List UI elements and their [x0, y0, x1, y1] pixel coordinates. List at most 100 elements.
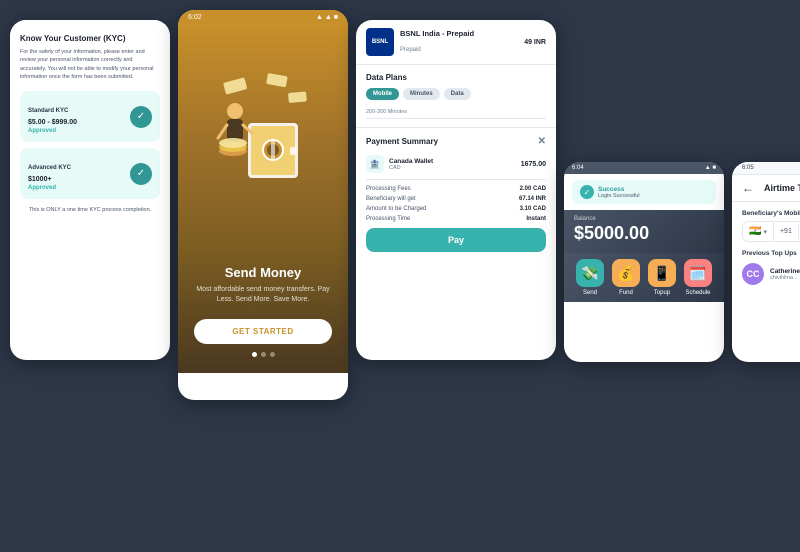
flag-icon: 🇮🇳 [749, 226, 761, 237]
wallet-info: Canada Wallet CAD [389, 158, 433, 171]
bsnl-logo: BSNL [366, 28, 394, 56]
topup-action[interactable]: 📱 Topup [648, 259, 676, 296]
topup-icon: 📱 [648, 259, 676, 287]
amount-charged-row: Amount to be Charged 3.10 CAD [366, 206, 546, 212]
processing-time-value: Instant [526, 216, 546, 222]
schedule-icon: 🗓️ [684, 259, 712, 287]
processing-time-label: Processing Time [366, 216, 410, 222]
action-icons: 💸 Send 💰 Fund 📱 Topup 🗓️ Schedule [564, 253, 724, 302]
flag-selector[interactable]: 🇮🇳 ▾ [743, 222, 774, 241]
standard-kyc-info: Standard KYC $5.00 - $999.00 Approved [28, 99, 77, 134]
pay-button[interactable]: Pay [366, 228, 546, 252]
standard-kyc-label: Standard KYC [28, 108, 68, 114]
payment-summary: Payment Summary ✕ 🏦 Canada Wallet CAD 16… [356, 127, 556, 260]
phone-input-row: 🇮🇳 ▾ +91 0000000000 👤 [742, 221, 800, 242]
country-code: +91 [774, 224, 799, 239]
success-banner: ✓ Success Login Successful [572, 180, 716, 204]
airtime-time: 6:05 [742, 165, 754, 171]
contact-name: Catherine Chivihlma [770, 268, 800, 275]
processing-fees-label: Processing Fees [366, 186, 411, 192]
phone-send-money: 6:02 ▲ ▲ ■ [178, 10, 348, 400]
tab-data[interactable]: Data [444, 88, 471, 100]
success-check-icon: ✓ [580, 185, 594, 199]
advanced-kyc-label: Advanced KYC [28, 165, 71, 171]
contact-avatar: CC [742, 263, 764, 285]
dot-2 [261, 352, 266, 357]
tab-minutes[interactable]: Minutes [403, 88, 440, 100]
contact-info: Catherine Chivihlma chivihlma... [770, 268, 800, 281]
send-money-illustration [213, 63, 313, 217]
tab-mobile[interactable]: Mobile [366, 88, 399, 100]
airtime-status-bar: 6:05 ▲ ■ [732, 162, 800, 175]
amount-charged-label: Amount to be Charged [366, 206, 426, 212]
standard-kyc-icon: ✓ [130, 106, 152, 128]
schedule-label: Schedule [685, 290, 710, 296]
phone-balance: 6:04 ▲ ■ ✓ Success Login Successful Bala… [564, 162, 724, 362]
payment-summary-title: Payment Summary ✕ [366, 136, 546, 147]
phone-bsnl: BSNL BSNL India - Prepaid Prepaid 49 INR… [356, 20, 556, 360]
processing-fees-row: Processing Fees 2.00 CAD [366, 186, 546, 192]
balance-signal: ▲ ■ [705, 165, 716, 171]
dot-1 [252, 352, 257, 357]
divider [366, 179, 546, 180]
fund-action[interactable]: 💰 Fund [612, 259, 640, 296]
balance-amount: $5000.00 [574, 223, 714, 244]
send-money-hero [178, 25, 348, 255]
data-plans-title: Data Plans [366, 73, 546, 82]
wallet-amount: 1675.00 [521, 161, 546, 168]
bsnl-header: BSNL BSNL India - Prepaid Prepaid 49 INR [356, 20, 556, 65]
send-money-bottom: Send Money Most affordable send money tr… [178, 255, 348, 373]
screenshots-container: Know Your Customer (KYC) For the safety … [0, 0, 800, 552]
carrier-type: Prepaid [400, 47, 421, 53]
send-icon: 💸 [576, 259, 604, 287]
plan-row: 200-300 Minutes [366, 106, 546, 119]
kyc-note: This is ONLY a one time KYC process comp… [20, 207, 160, 213]
wallet-label: Canada Wallet [389, 158, 433, 165]
pagination-dots [194, 352, 332, 357]
contact-row: CC Catherine Chivihlma chivihlma... -100… [742, 263, 800, 285]
beneficiary-row: Beneficiary will get 67.14 INR [366, 196, 546, 202]
success-title: Success [598, 186, 640, 193]
advanced-kyc-range: $1000+ [28, 176, 71, 183]
wallet-sub: CAD [389, 165, 433, 171]
send-label: Send [583, 290, 597, 296]
contact-phone: chivihlma... [770, 275, 800, 281]
advanced-kyc-card: Advanced KYC $1000+ Approved ✓ [20, 148, 160, 199]
advanced-kyc-info: Advanced KYC $1000+ Approved [28, 156, 71, 191]
airtime-header: ← Airtime Top Up [732, 175, 800, 202]
wallet-row: 🏦 Canada Wallet CAD 1675.00 [366, 155, 546, 173]
chevron-down-icon: ▾ [763, 228, 767, 236]
fund-icon: 💰 [612, 259, 640, 287]
beneficiary-field-label: Beneficiary's Mobile Number [742, 210, 800, 217]
send-money-desc: Most affordable send money transfers. Pa… [194, 285, 332, 305]
kyc-title: Know Your Customer (KYC) [20, 34, 160, 43]
airtime-content: Beneficiary's Mobile Number 🇮🇳 ▾ +91 000… [732, 202, 800, 293]
data-plans-tabs: Mobile Minutes Data [366, 88, 546, 100]
airtime-title: Airtime Top Up [764, 183, 800, 193]
phone-kyc: Know Your Customer (KYC) For the safety … [10, 20, 170, 360]
send-money-title: Send Money [194, 265, 332, 280]
close-button[interactable]: ✕ [538, 136, 546, 147]
get-started-button[interactable]: GET STARTED [194, 319, 332, 344]
schedule-action[interactable]: 🗓️ Schedule [684, 259, 712, 296]
advanced-kyc-status: Approved [28, 185, 71, 191]
fund-label: Fund [619, 290, 633, 296]
success-subtitle: Login Successful [598, 193, 640, 199]
processing-time-row: Processing Time Instant [366, 216, 546, 222]
send-action[interactable]: 💸 Send [576, 259, 604, 296]
balance-status-bar: 6:04 ▲ ■ [564, 162, 724, 174]
dot-3 [270, 352, 275, 357]
data-plans-section: Data Plans Mobile Minutes Data 200-300 M… [356, 65, 556, 127]
price-badge: 49 INR [524, 39, 546, 46]
standard-kyc-status: Approved [28, 128, 77, 134]
topup-label: Topup [654, 290, 670, 296]
success-text-block: Success Login Successful [598, 186, 640, 199]
kyc-content: Know Your Customer (KYC) For the safety … [10, 20, 170, 223]
send-money-signal: ▲ ▲ ■ [316, 14, 338, 21]
back-arrow-icon[interactable]: ← [742, 181, 754, 195]
amount-charged-value: 3.10 CAD [520, 206, 546, 212]
beneficiary-value: 67.14 INR [519, 196, 546, 202]
balance-section: Balance $5000.00 [564, 210, 724, 253]
send-money-status-bar: 6:02 ▲ ▲ ■ [178, 10, 348, 25]
carrier-name: BSNL India - Prepaid [400, 29, 474, 38]
